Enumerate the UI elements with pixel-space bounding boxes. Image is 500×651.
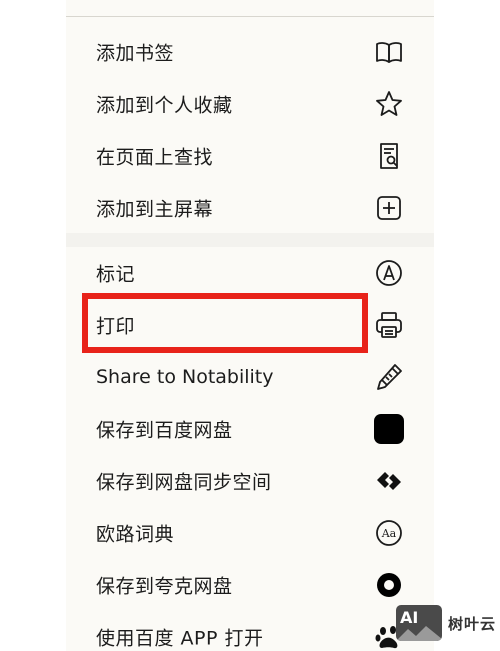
menu-item-open-in-baidu-app[interactable]: 使用百度 APP 打开 <box>66 611 434 651</box>
menu-item-eudic[interactable]: 欧路词典 Aa <box>66 507 434 559</box>
find-in-page-icon <box>372 139 406 173</box>
menu-item-label: 添加书签 <box>96 42 175 65</box>
menu-item-save-to-quark[interactable]: 保存到夸克网盘 <box>66 559 434 611</box>
menu-item-label: 在页面上查找 <box>96 146 214 169</box>
menu-item-label: 欧路词典 <box>96 523 175 546</box>
quark-icon <box>372 568 406 602</box>
menu-item-add-bookmark[interactable]: 添加书签 <box>66 26 434 78</box>
black-square-icon <box>372 412 406 446</box>
menu-item-save-to-baidu-netdisk[interactable]: 保存到百度网盘 <box>66 403 434 455</box>
menu-item-label: 保存到夸克网盘 <box>96 575 233 598</box>
menu-item-print[interactable]: 打印 <box>66 299 434 351</box>
watermark-logo: AI <box>396 605 442 641</box>
menu-item-label: 保存到网盘同步空间 <box>96 471 272 494</box>
watermark-site-name: 树叶云 <box>448 614 497 633</box>
menu-item-share-to-notability[interactable]: Share to Notability <box>66 351 434 403</box>
watermark: AI 树叶云 <box>396 603 500 643</box>
markup-pen-icon <box>372 256 406 290</box>
menu-item-label: 保存到百度网盘 <box>96 419 233 442</box>
menu-item-markup[interactable]: 标记 <box>66 247 434 299</box>
menu-item-save-to-sync-space[interactable]: 保存到网盘同步空间 <box>66 455 434 507</box>
menu-item-find-on-page[interactable]: 在页面上查找 <box>66 130 434 182</box>
menu-item-label: 添加到主屏幕 <box>96 198 214 221</box>
menu-item-label: 添加到个人收藏 <box>96 94 233 117</box>
star-icon <box>372 87 406 121</box>
sync-space-icon <box>372 464 406 498</box>
svg-text:Aa: Aa <box>381 527 397 540</box>
dictionary-aa-icon: Aa <box>372 516 406 550</box>
top-separator <box>66 16 434 17</box>
menu-item-label: 标记 <box>96 263 136 286</box>
book-icon <box>372 35 406 69</box>
menu-item-add-to-home-screen[interactable]: 添加到主屏幕 <box>66 182 434 234</box>
pencil-icon <box>372 360 406 394</box>
menu-item-label: 使用百度 APP 打开 <box>96 627 264 650</box>
menu-item-add-favorites[interactable]: 添加到个人收藏 <box>66 78 434 130</box>
mountain-icon <box>396 626 442 641</box>
menu-item-label: 打印 <box>96 315 136 338</box>
menu-item-label: Share to Notability <box>96 366 274 388</box>
group-separator <box>66 233 434 247</box>
add-square-icon <box>372 191 406 225</box>
printer-icon <box>372 308 406 342</box>
